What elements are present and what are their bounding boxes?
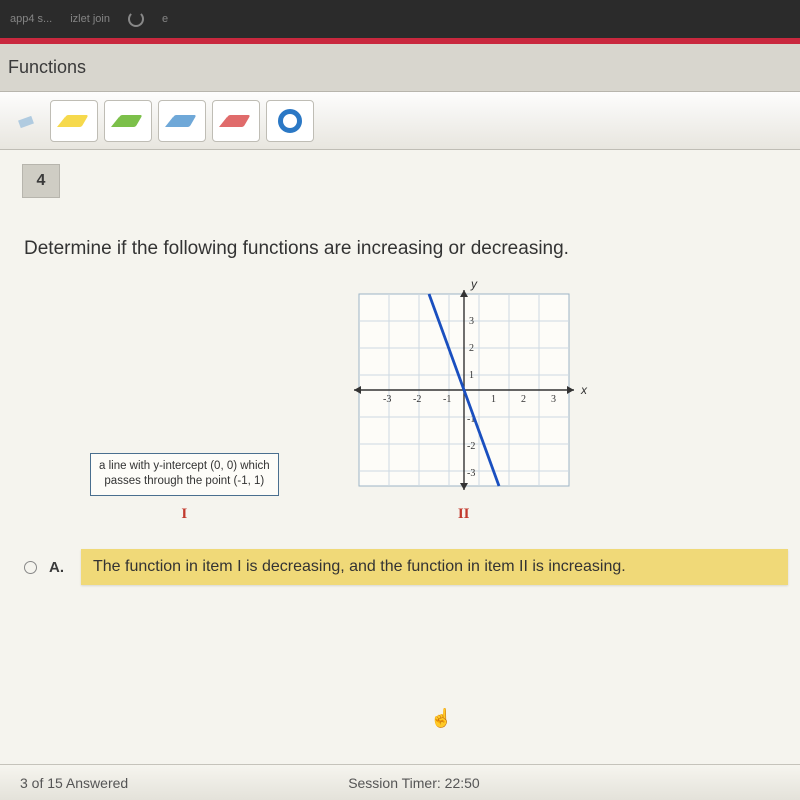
question-number-tab[interactable]: 4 xyxy=(22,164,60,198)
choice-a[interactable]: A. The function in item I is decreasing,… xyxy=(24,549,788,585)
figures-row: a line with y-intercept (0, 0) which pas… xyxy=(90,276,800,523)
highlighter-red-button[interactable] xyxy=(212,100,260,142)
svg-text:-3: -3 xyxy=(467,468,475,479)
graph-plot: y x -3 -2 -1 xyxy=(339,276,589,496)
answer-choices: A. The function in item I is decreasing,… xyxy=(24,549,788,585)
svg-text:2: 2 xyxy=(469,343,474,354)
status-bar: 3 of 15 Answered Session Timer: 22:50 xyxy=(0,764,800,800)
app-header: Functions xyxy=(0,44,800,92)
svg-text:3: 3 xyxy=(551,394,556,405)
browser-tab-strip: app4 s... izlet join e xyxy=(0,0,800,38)
radio-a[interactable] xyxy=(24,561,37,574)
item-1-label: I xyxy=(181,506,187,523)
item-2-label: II xyxy=(458,506,470,523)
answered-progress: 3 of 15 Answered xyxy=(20,775,128,791)
highlighter-yellow-button[interactable] xyxy=(50,100,98,142)
item-1-description: a line with y-intercept (0, 0) which pas… xyxy=(90,453,279,496)
svg-text:3: 3 xyxy=(469,316,474,327)
svg-text:-2: -2 xyxy=(413,394,421,405)
clear-highlight-button[interactable] xyxy=(266,100,314,142)
session-timer: Session Timer: 22:50 xyxy=(348,775,480,791)
desc-line: passes through the point (-1, 1) xyxy=(104,475,264,487)
highlighter-blue-button[interactable] xyxy=(158,100,206,142)
svg-text:1: 1 xyxy=(491,394,496,405)
page-title: Functions xyxy=(8,57,86,78)
highlighter-green-button[interactable] xyxy=(104,100,152,142)
annotation-toolbar xyxy=(0,92,800,150)
refresh-icon[interactable] xyxy=(128,11,144,27)
svg-text:1: 1 xyxy=(469,370,474,381)
x-axis-label: x xyxy=(580,383,588,397)
item-1: a line with y-intercept (0, 0) which pas… xyxy=(90,453,279,523)
question-prompt: Determine if the following functions are… xyxy=(24,238,776,260)
svg-text:-3: -3 xyxy=(383,394,391,405)
eraser-icon[interactable] xyxy=(8,100,44,142)
item-2: y x -3 -2 -1 xyxy=(339,276,589,523)
svg-text:-2: -2 xyxy=(467,441,475,452)
desc-line: a line with y-intercept (0, 0) which xyxy=(99,460,270,472)
browser-tab[interactable]: izlet join xyxy=(70,13,110,25)
browser-tab[interactable]: e xyxy=(162,13,168,25)
y-axis-label: y xyxy=(470,277,478,291)
question-panel: 4 Determine if the following functions a… xyxy=(0,150,800,764)
pointer-cursor-icon: ☝ xyxy=(430,708,452,729)
svg-text:2: 2 xyxy=(521,394,526,405)
choice-letter: A. xyxy=(49,559,69,576)
svg-text:-1: -1 xyxy=(443,394,451,405)
choice-a-text[interactable]: The function in item I is decreasing, an… xyxy=(81,549,788,585)
browser-tab[interactable]: app4 s... xyxy=(10,13,52,25)
